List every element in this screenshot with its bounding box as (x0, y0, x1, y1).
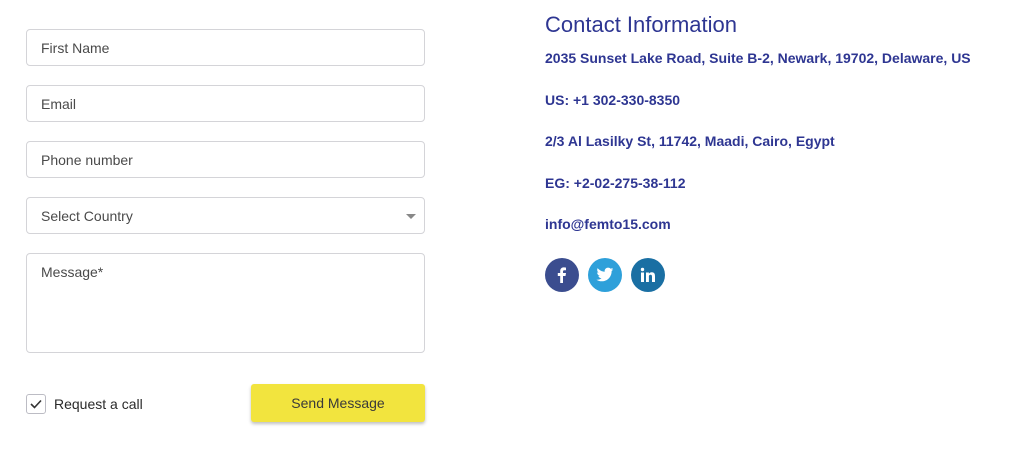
address-eg: 2/3 Al Lasilky St, 11742, Maadi, Cairo, … (545, 133, 835, 149)
contact-title: Contact Information (545, 12, 737, 37)
phone-input[interactable] (27, 142, 424, 177)
twitter-link[interactable] (588, 257, 622, 292)
request-call-label: Request a call (54, 396, 143, 412)
form-actions: Request a call Send Message (26, 384, 425, 424)
request-call-checkbox[interactable] (26, 394, 46, 414)
first-name-field-wrap (26, 29, 425, 66)
country-select[interactable]: Select Country (26, 197, 425, 234)
linkedin-link[interactable] (631, 257, 665, 292)
checkmark-icon (30, 399, 42, 409)
phone-eg: EG: +2-02-275-38-112 (545, 174, 686, 191)
request-call-toggle[interactable]: Request a call (26, 394, 143, 414)
chevron-down-icon (406, 214, 416, 219)
contact-page: Select Country Request a call Send Messa… (0, 0, 1024, 452)
address-us: 2035 Sunset Lake Road, Suite B-2, Newark… (545, 50, 971, 66)
social-links (545, 257, 1015, 292)
country-select-value: Select Country (41, 207, 133, 224)
facebook-icon (557, 266, 566, 283)
phone-us: US: +1 302-330-8350 (545, 91, 681, 108)
twitter-icon (596, 267, 614, 281)
linkedin-icon (640, 267, 655, 282)
message-textarea[interactable] (27, 254, 424, 352)
first-name-input[interactable] (27, 30, 424, 65)
send-message-button[interactable]: Send Message (251, 384, 425, 422)
contact-info: Contact Information 2035 Sunset Lake Roa… (545, 12, 1015, 292)
phone-field-wrap (26, 141, 425, 178)
message-field-wrap (26, 253, 425, 353)
contact-form: Select Country Request a call Send Messa… (26, 29, 425, 424)
email-field-wrap (26, 85, 425, 122)
email-link[interactable]: info@femto15.com (545, 216, 1015, 233)
facebook-link[interactable] (545, 257, 579, 292)
email-input[interactable] (27, 86, 424, 121)
